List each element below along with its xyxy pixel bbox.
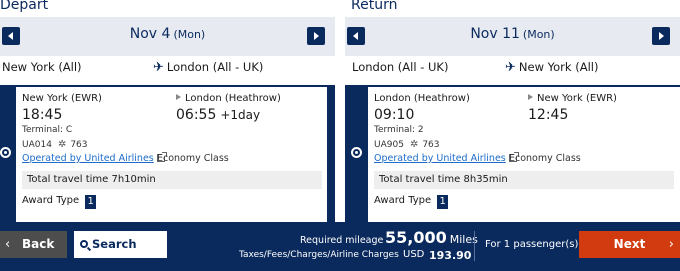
return-arr-time: 12:45 (528, 107, 569, 123)
return-flight-number: UA905 (374, 140, 404, 150)
passenger-count: For 1 passenger(s) (485, 239, 579, 250)
depart-terminal: Terminal: C (22, 125, 73, 135)
return-flight-info: UA905 ✲ 763 (374, 139, 440, 150)
return-destination-wrap: New York (EWR) (528, 93, 617, 104)
depart-cabin: Economy Class (157, 153, 229, 164)
depart-operated-by-link[interactable]: Operated by United Airlines (22, 152, 167, 164)
return-flight-area: London (Heathrow) New York (EWR) 09:10 1… (345, 85, 680, 230)
search-icon (80, 240, 88, 248)
depart-travel-time: Total travel time 7h10min (22, 171, 322, 189)
search-again-label: Search Again (92, 237, 137, 271)
next-button[interactable]: Next › (579, 231, 680, 258)
return-date: Nov 11 (Mon) (345, 26, 680, 42)
return-award-type: Award Type 1 (374, 195, 449, 209)
miles-total: 55,000 Miles (385, 228, 478, 247)
depart-weekday: (Mon) (173, 28, 206, 41)
depart-arr-time-wrap: 06:55 +1day (176, 107, 260, 123)
depart-route-from: New York (All) (2, 60, 82, 74)
airplane-icon: ✈ (505, 60, 516, 75)
depart-date-bar: Nov 4 (Mon) (0, 17, 335, 56)
return-date-bar: Nov 11 (Mon) (345, 17, 680, 56)
depart-flight-info: UA014 ✲ 763 (22, 139, 88, 150)
back-label: Back (22, 237, 55, 251)
depart-award-type: Award Type 1 (22, 195, 97, 209)
return-terminal: Terminal: 2 (374, 125, 424, 135)
return-route-to: New York (All) (518, 60, 599, 74)
search-again-button[interactable]: Search Again (74, 231, 167, 271)
return-destination: New York (EWR) (537, 93, 617, 104)
back-button[interactable]: ‹ Back (0, 231, 67, 258)
depart-title: Depart (0, 0, 49, 13)
return-dep-time: 09:10 (374, 107, 415, 123)
depart-award-label: Award Type (22, 195, 80, 206)
depart-route: New York (All) ✈ London (All - UK) (0, 59, 335, 85)
return-award-badge[interactable]: 1 (437, 195, 449, 209)
return-operated-by: Operated by United Airlines (374, 153, 506, 164)
return-route: London (All - UK) ✈ New York (All) (345, 59, 680, 85)
footer-divider (474, 231, 475, 261)
next-day-icon[interactable] (307, 27, 325, 45)
next-label: Next (613, 237, 646, 251)
depart-dep-time: 18:45 (22, 107, 63, 123)
return-date-value: Nov 11 (470, 26, 520, 42)
depart-day-offset: +1day (220, 108, 261, 122)
depart-origin: New York (EWR) (22, 93, 102, 104)
arrow-right-icon (528, 94, 533, 100)
return-column: Return Nov 11 (Mon) London (All - UK) ✈ Ne… (345, 0, 680, 230)
footer-bar: ‹ Back Search Again Required mileage 55,0… (0, 222, 680, 271)
depart-flight-number: UA014 (22, 140, 52, 150)
star-alliance-icon: ✲ (409, 139, 419, 150)
return-operated-by-link[interactable]: Operated by United Airlines (374, 152, 519, 164)
depart-route-to-wrap: ✈ London (All - UK) (153, 60, 263, 75)
depart-date-value: Nov 4 (129, 26, 171, 42)
depart-date: Nov 4 (Mon) (0, 26, 335, 42)
next-day-icon[interactable] (652, 27, 670, 45)
return-origin: London (Heathrow) (374, 93, 470, 104)
airplane-icon: ✈ (153, 60, 164, 75)
chevron-right-icon: › (668, 237, 674, 252)
taxes-currency: USD (403, 249, 425, 260)
depart-flight-card[interactable]: New York (EWR) London (Heathrow) 18:45 0… (16, 87, 327, 230)
return-travel-time: Total travel time 8h35min (374, 171, 674, 189)
depart-aircraft: 763 (70, 140, 88, 150)
required-mileage-label: Required mileage (300, 235, 384, 246)
return-weekday: (Mon) (522, 28, 555, 41)
depart-column: Depart Nov 4 (Mon) New York (All) ✈ London… (0, 0, 335, 230)
return-flight-radio[interactable] (351, 147, 362, 158)
award-flight-selection: Depart Nov 4 (Mon) New York (All) ✈ London… (0, 0, 680, 271)
arrow-right-icon (176, 94, 181, 100)
return-aircraft: 763 (422, 140, 440, 150)
chevron-left-icon: ‹ (5, 237, 11, 252)
depart-destination-wrap: London (Heathrow) (176, 93, 281, 104)
return-award-label: Award Type (374, 195, 432, 206)
star-alliance-icon: ✲ (57, 139, 67, 150)
depart-flight-radio[interactable] (0, 147, 11, 158)
depart-award-badge[interactable]: 1 (85, 195, 97, 209)
return-route-to-wrap: ✈ New York (All) (505, 60, 598, 75)
taxes-label: Taxes/Fees/Charges/Airline Charges (239, 250, 399, 260)
miles-value: 55,000 (385, 228, 447, 247)
depart-destination: London (Heathrow) (185, 93, 281, 104)
return-cabin: Economy Class (509, 153, 581, 164)
depart-operated-by: Operated by United Airlines (22, 153, 154, 164)
return-title: Return (351, 0, 398, 13)
taxes-amount: 193.90 (429, 249, 472, 262)
return-route-from: London (All - UK) (352, 60, 449, 74)
depart-arr-time: 06:55 (176, 107, 217, 123)
return-flight-card[interactable]: London (Heathrow) New York (EWR) 09:10 1… (368, 87, 680, 230)
depart-flight-area: New York (EWR) London (Heathrow) 18:45 0… (0, 85, 335, 230)
depart-route-to: London (All - UK) (166, 60, 264, 74)
